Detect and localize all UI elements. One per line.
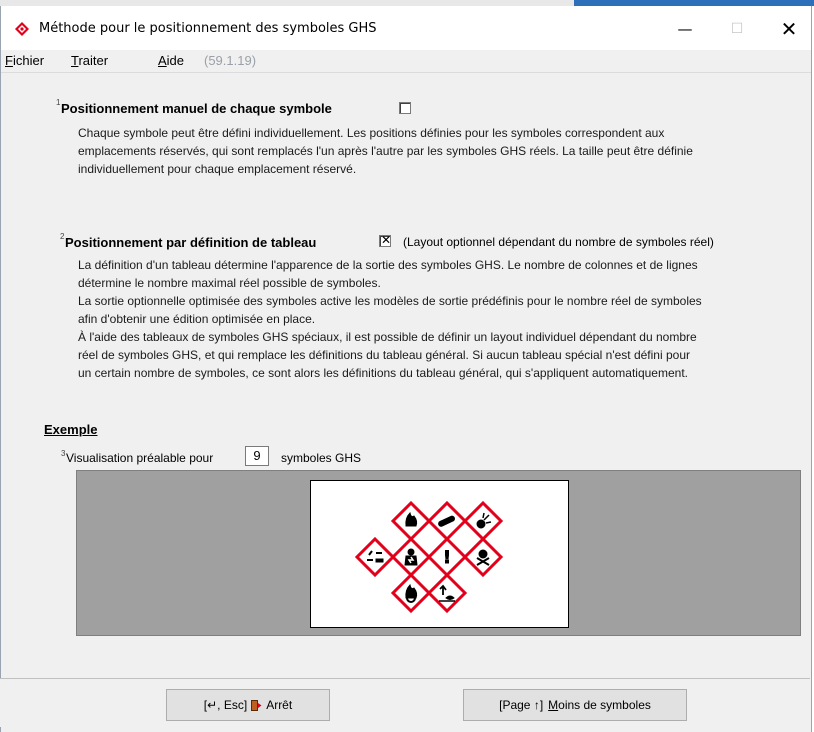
section2-description: La définition d'un tableau détermine l'a…	[78, 256, 702, 382]
health-hazard-icon	[390, 536, 432, 578]
section1-line: emplacements réservés, qui sont remplacé…	[78, 144, 693, 158]
version-label: (59.1.19)	[204, 53, 257, 68]
section2-line: La sortie optionnelle optimisée des symb…	[78, 294, 702, 308]
menu-aide[interactable]: Aide	[158, 53, 184, 68]
close-button[interactable]: ✕	[766, 12, 812, 46]
maximize-button[interactable]: ☐	[714, 12, 760, 46]
gas-cylinder-icon	[426, 500, 468, 542]
svg-text:!: !	[443, 548, 451, 568]
section1-title: Positionnement manuel de chaque symbole	[61, 101, 332, 116]
environment-icon	[426, 572, 468, 614]
section2-line: détermine le nombre maximal réel possibl…	[78, 276, 381, 290]
section1-line: Chaque symbole peut être défini individu…	[78, 126, 665, 140]
menu-bar: Fichier Traiter Aide (59.1.19)	[1, 50, 811, 73]
window-title: Méthode pour le positionnement des symbo…	[39, 21, 377, 36]
fewer-accelerator: M	[548, 698, 559, 712]
exclamation-mark-icon: !	[426, 536, 468, 578]
menu-traiter[interactable]: Traiter	[71, 53, 108, 68]
example-number: 3	[61, 449, 66, 458]
title-bar: Méthode pour le positionnement des symbo…	[1, 6, 811, 50]
ghs-diamond-icon	[15, 22, 29, 36]
table-position-checkbox[interactable]	[379, 233, 392, 247]
preview-paper: !	[310, 480, 569, 628]
section2-number: 2	[60, 232, 65, 241]
stop-button[interactable]: [↵, Esc] Arrêt	[166, 689, 330, 721]
button-bar	[0, 678, 810, 727]
flame-over-circle-icon	[390, 572, 432, 614]
section1-description: Chaque symbole peut être défini individu…	[78, 124, 693, 178]
preview-suffix: symboles GHS	[281, 451, 362, 465]
ghs-symbols-preview: !	[354, 500, 504, 614]
fewer-label: oins de symboles	[558, 698, 651, 712]
fewer-shortcut: [Page ↑]	[499, 698, 544, 712]
menu-fichier[interactable]: Fichier	[5, 53, 44, 68]
skull-crossbones-icon	[462, 536, 504, 578]
section2-title: Positionnement par définition de tableau	[65, 235, 317, 250]
symbol-count-input[interactable]: 9	[245, 446, 269, 466]
section1-number: 1	[56, 98, 61, 107]
example-heading: Exemple	[44, 422, 98, 437]
manual-position-checkbox[interactable]	[399, 102, 411, 114]
section2-line: un certain nombre de symboles, ce sont a…	[78, 366, 688, 380]
flame-icon	[390, 500, 432, 542]
section2-line: afin d'obtenir une édition optimisée en …	[78, 312, 316, 326]
section2-line: À l'aide des tableaux de symboles GHS sp…	[78, 330, 697, 344]
section2-line: réel de symboles GHS, et qui remplace le…	[78, 348, 690, 362]
stop-shortcut: [↵, Esc]	[203, 698, 248, 712]
minimize-button[interactable]: —	[662, 12, 708, 46]
exploding-bomb-icon	[462, 500, 504, 542]
checkbox-note: (Layout optionnel dépendant du nombre de…	[403, 235, 714, 249]
preview-label: Visualisation préalable pour	[66, 451, 214, 465]
section2-line: La définition d'un tableau détermine l'a…	[78, 258, 698, 272]
stop-label: Arrêt	[266, 698, 293, 712]
exit-door-icon	[251, 699, 262, 711]
corrosion-icon	[354, 536, 396, 578]
section1-line: individuellement pour chaque emplacement…	[78, 162, 357, 176]
fewer-symbols-button[interactable]: [Page ↑] Moins de symboles	[463, 689, 687, 721]
